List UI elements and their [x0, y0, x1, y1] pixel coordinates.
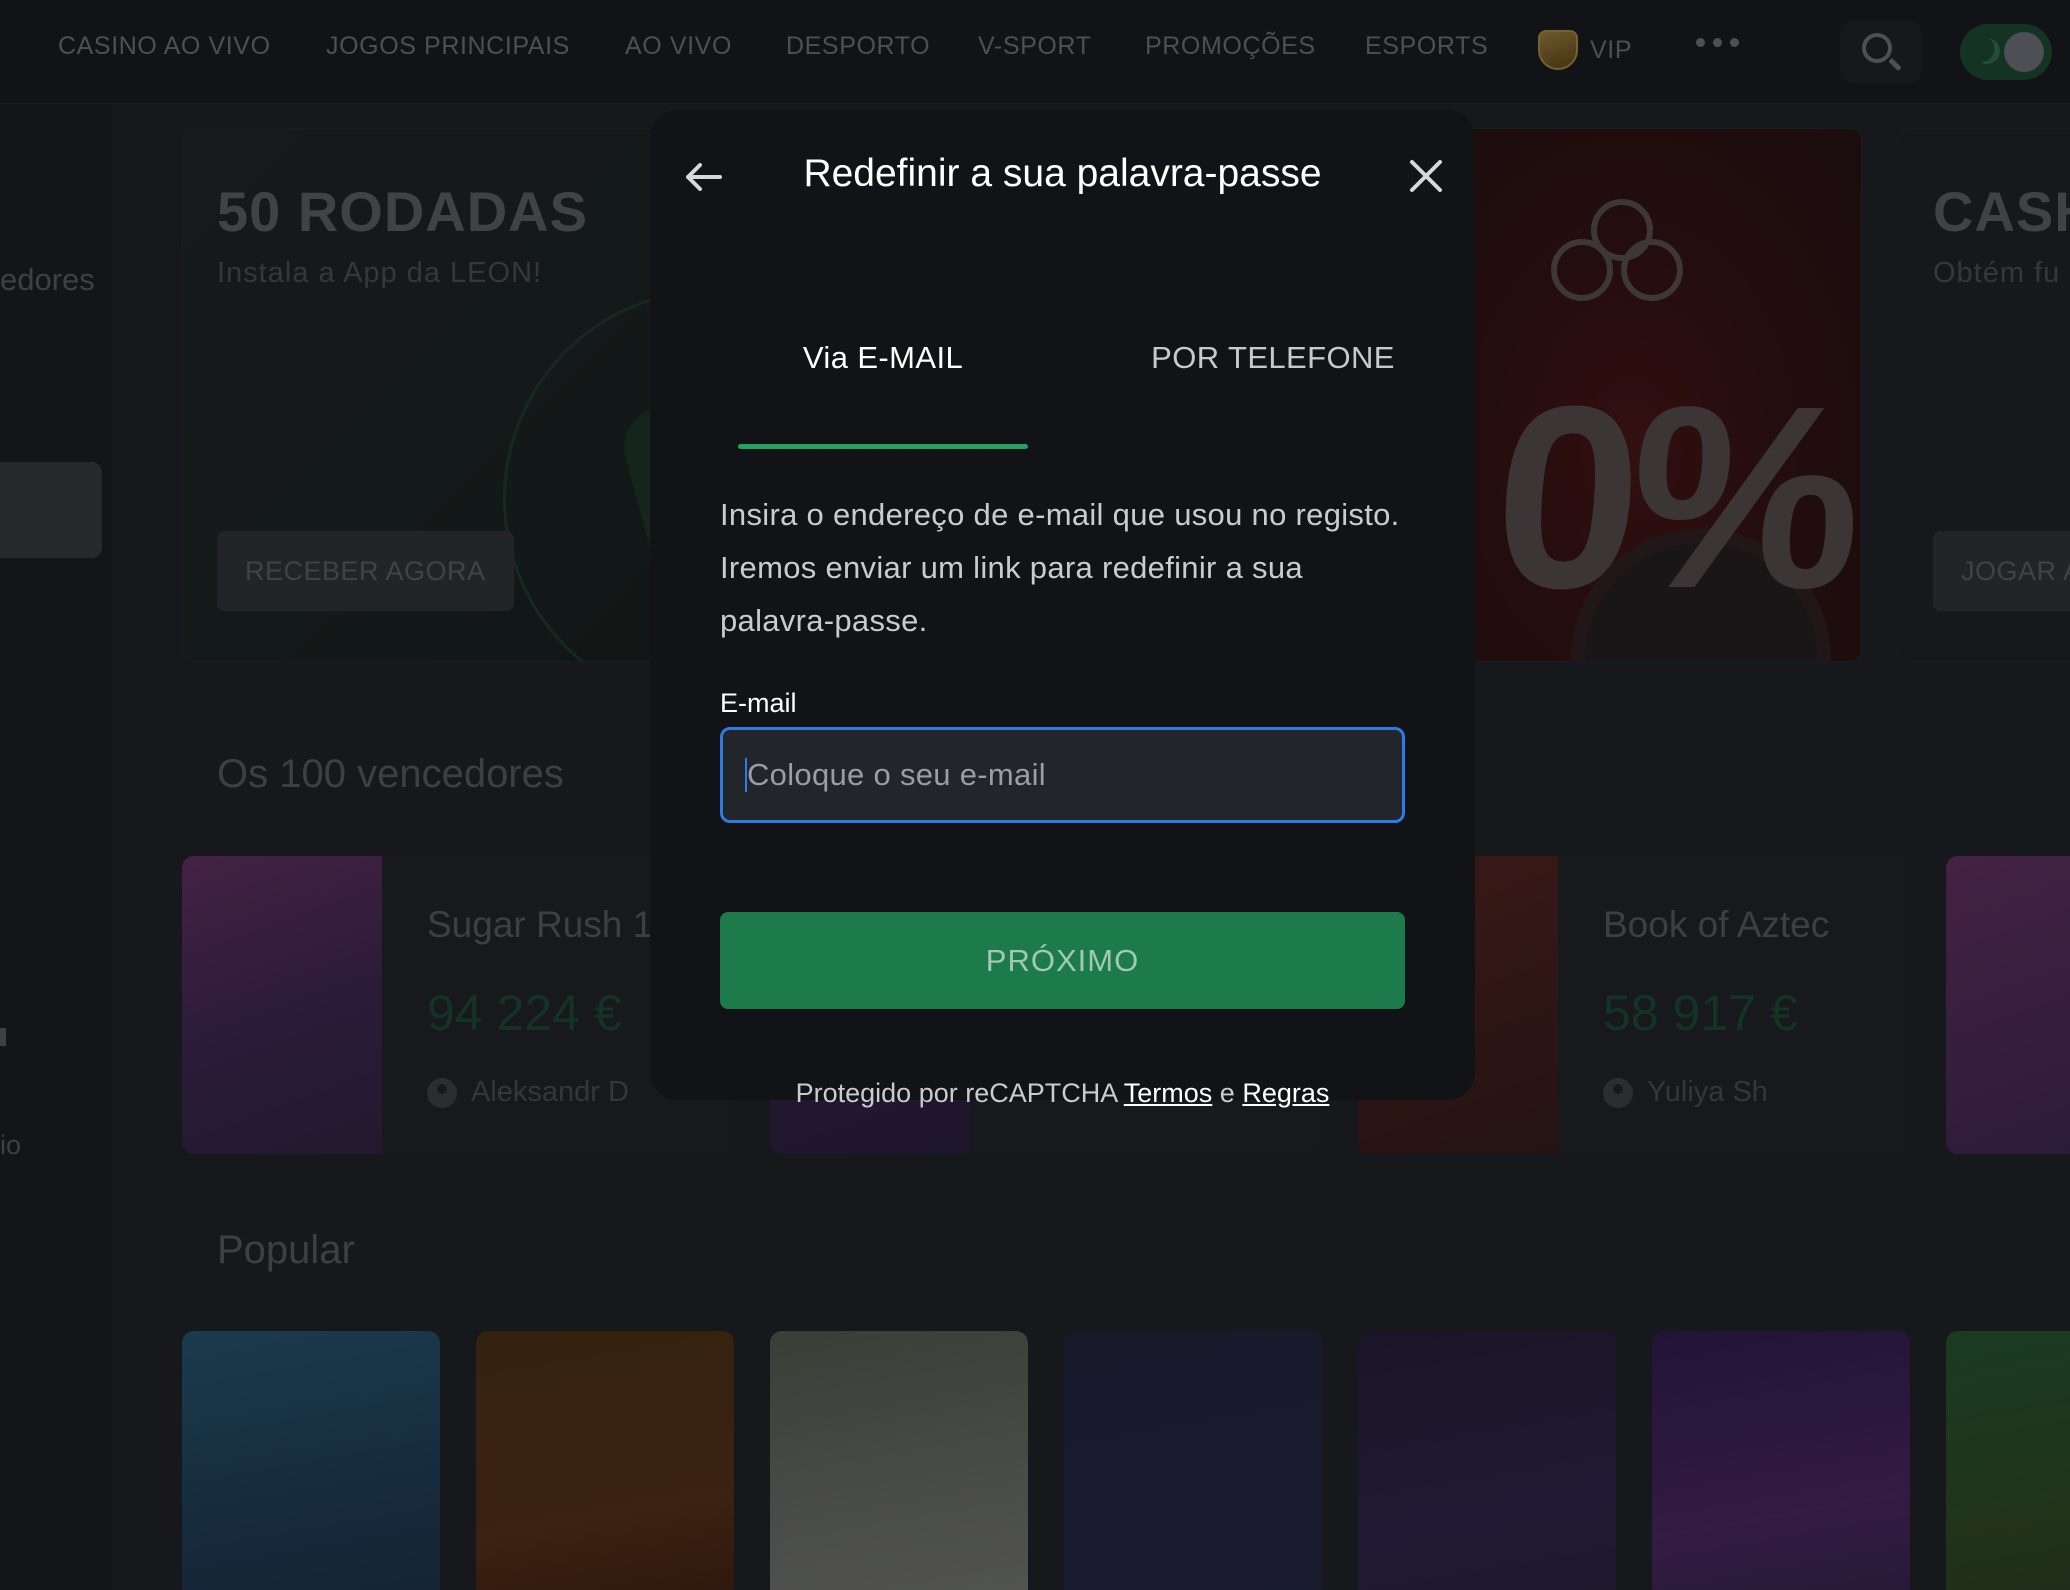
- text-cursor: [745, 758, 747, 792]
- recaptcha-text: Protegido por reCAPTCHA: [795, 1078, 1117, 1108]
- email-field-label: E-mail: [720, 688, 797, 718]
- tab-phone[interactable]: POR TELEFONE: [1128, 340, 1418, 376]
- recovery-method-tabs: Via E-MAIL POR TELEFONE: [738, 340, 1458, 450]
- casino-page: CASINO AO VIVO JOGOS PRINCIPAIS AO VIVO …: [0, 0, 2070, 1590]
- close-icon: [1410, 160, 1442, 192]
- email-field[interactable]: [720, 727, 1405, 823]
- close-button[interactable]: [1406, 156, 1446, 196]
- recaptcha-notice: Protegido por reCAPTCHA Termos e Regras: [650, 1078, 1475, 1109]
- active-tab-indicator: [738, 444, 1028, 449]
- next-button[interactable]: PRÓXIMO: [720, 912, 1405, 1009]
- instructions-text: Insira o endereço de e-mail que usou no …: [720, 497, 1400, 638]
- modal-title: Redefinir a sua palavra-passe: [803, 152, 1322, 195]
- reset-password-modal: Redefinir a sua palavra-passe Via E-MAIL…: [650, 110, 1475, 1108]
- terms-link[interactable]: Termos: [1124, 1078, 1213, 1108]
- tab-email[interactable]: Via E-MAIL: [738, 340, 1028, 376]
- rules-link[interactable]: Regras: [1242, 1078, 1329, 1108]
- recaptcha-and: e: [1219, 1078, 1235, 1108]
